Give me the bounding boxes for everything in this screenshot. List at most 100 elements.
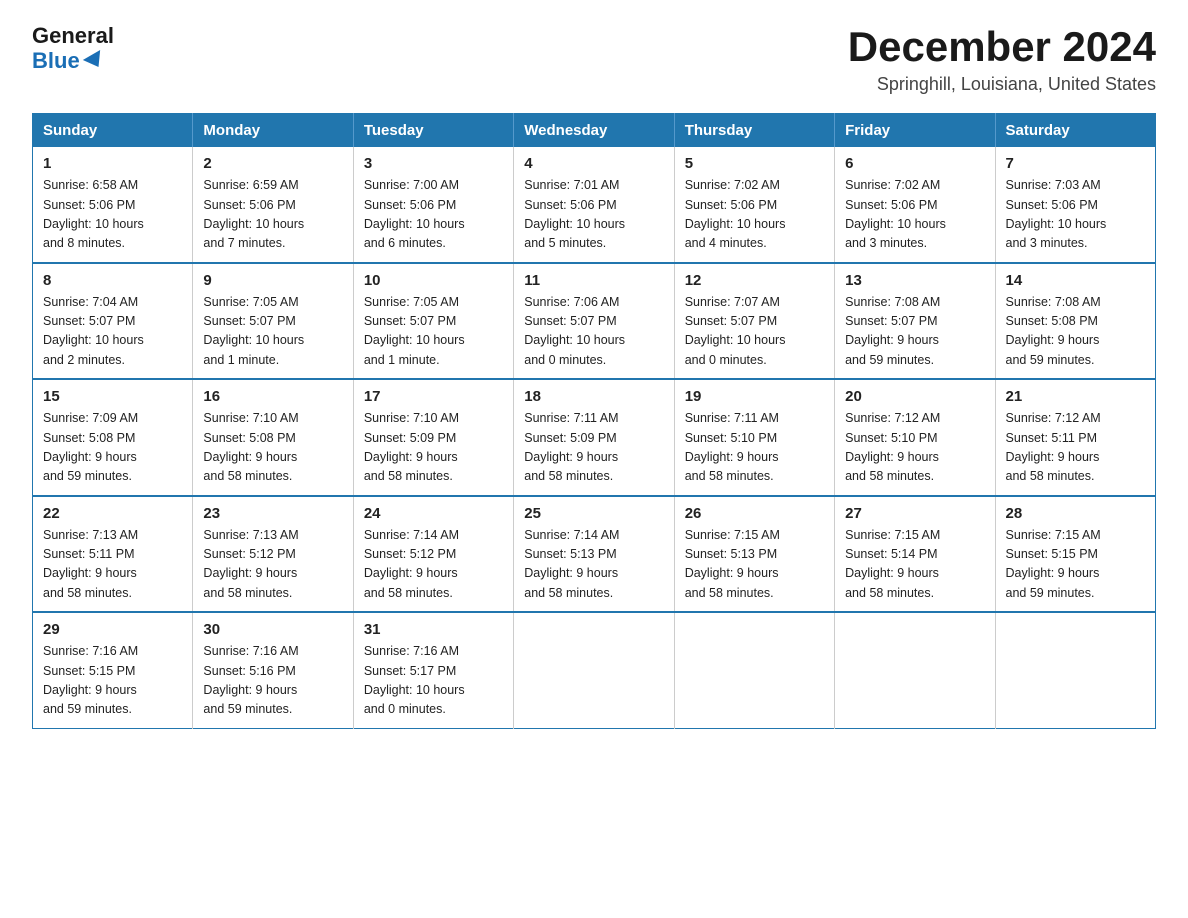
calendar-cell: 29Sunrise: 7:16 AMSunset: 5:15 PMDayligh…: [33, 612, 193, 728]
day-info: Sunrise: 7:16 AMSunset: 5:15 PMDaylight:…: [43, 642, 182, 720]
day-info: Sunrise: 6:58 AMSunset: 5:06 PMDaylight:…: [43, 176, 182, 254]
calendar-week-row: 1 Sunrise: 6:58 AMSunset: 5:06 PMDaylight…: [33, 147, 1156, 263]
day-info: Sunrise: 7:15 AMSunset: 5:13 PMDaylight:…: [685, 526, 824, 604]
day-info: Sunrise: 7:14 AMSunset: 5:12 PMDaylight:…: [364, 526, 503, 604]
day-info: Sunrise: 7:16 AMSunset: 5:16 PMDaylight:…: [203, 642, 342, 720]
day-number: 13: [845, 272, 984, 289]
calendar-cell: 18Sunrise: 7:11 AMSunset: 5:09 PMDayligh…: [514, 379, 674, 496]
day-info: Sunrise: 7:12 AMSunset: 5:10 PMDaylight:…: [845, 409, 984, 487]
day-number: 31: [364, 621, 503, 638]
calendar-cell: 22 Sunrise: 7:13 AMSunset: 5:11 PMDayligh…: [33, 496, 193, 613]
day-number: 20: [845, 388, 984, 405]
day-info: Sunrise: 7:10 AMSunset: 5:08 PMDaylight:…: [203, 409, 342, 487]
day-info: Sunrise: 6:59 AMSunset: 5:06 PMDaylight:…: [203, 176, 342, 254]
day-number: 28: [1006, 505, 1145, 522]
day-header-wednesday: Wednesday: [514, 114, 674, 148]
day-number: 19: [685, 388, 824, 405]
calendar-cell: 24 Sunrise: 7:14 AMSunset: 5:12 PMDayligh…: [353, 496, 513, 613]
day-info: Sunrise: 7:02 AMSunset: 5:06 PMDaylight:…: [845, 176, 984, 254]
calendar-cell: [835, 612, 995, 728]
calendar-cell: 13 Sunrise: 7:08 AMSunset: 5:07 PMDayligh…: [835, 263, 995, 380]
calendar-cell: 16 Sunrise: 7:10 AMSunset: 5:08 PMDayligh…: [193, 379, 353, 496]
calendar-cell: 19Sunrise: 7:11 AMSunset: 5:10 PMDayligh…: [674, 379, 834, 496]
calendar-cell: 23Sunrise: 7:13 AMSunset: 5:12 PMDayligh…: [193, 496, 353, 613]
day-info: Sunrise: 7:00 AMSunset: 5:06 PMDaylight:…: [364, 176, 503, 254]
calendar-cell: 5Sunrise: 7:02 AMSunset: 5:06 PMDaylight…: [674, 147, 834, 263]
calendar-cell: 31 Sunrise: 7:16 AMSunset: 5:17 PMDayligh…: [353, 612, 513, 728]
day-info: Sunrise: 7:12 AMSunset: 5:11 PMDaylight:…: [1006, 409, 1145, 487]
calendar-cell: 7Sunrise: 7:03 AMSunset: 5:06 PMDaylight…: [995, 147, 1155, 263]
logo: General Blue: [32, 24, 114, 74]
day-number: 24: [364, 505, 503, 522]
month-year-title: December 2024: [848, 24, 1156, 70]
day-header-tuesday: Tuesday: [353, 114, 513, 148]
day-header-row: SundayMondayTuesdayWednesdayThursdayFrid…: [33, 114, 1156, 148]
calendar-cell: 4Sunrise: 7:01 AMSunset: 5:06 PMDaylight…: [514, 147, 674, 263]
day-info: Sunrise: 7:05 AMSunset: 5:07 PMDaylight:…: [203, 293, 342, 371]
calendar-week-row: 8 Sunrise: 7:04 AMSunset: 5:07 PMDaylight…: [33, 263, 1156, 380]
day-number: 11: [524, 272, 663, 289]
calendar-cell: 2Sunrise: 6:59 AMSunset: 5:06 PMDaylight…: [193, 147, 353, 263]
calendar-cell: 21 Sunrise: 7:12 AMSunset: 5:11 PMDayligh…: [995, 379, 1155, 496]
title-block: December 2024 Springhill, Louisiana, Uni…: [848, 24, 1156, 95]
day-number: 21: [1006, 388, 1145, 405]
calendar-cell: 15Sunrise: 7:09 AMSunset: 5:08 PMDayligh…: [33, 379, 193, 496]
day-header-sunday: Sunday: [33, 114, 193, 148]
day-number: 27: [845, 505, 984, 522]
day-header-thursday: Thursday: [674, 114, 834, 148]
day-info: Sunrise: 7:04 AMSunset: 5:07 PMDaylight:…: [43, 293, 182, 371]
calendar-cell: 17Sunrise: 7:10 AMSunset: 5:09 PMDayligh…: [353, 379, 513, 496]
calendar-cell: 11 Sunrise: 7:06 AMSunset: 5:07 PMDayligh…: [514, 263, 674, 380]
day-number: 23: [203, 505, 342, 522]
page-header: General Blue December 2024 Springhill, L…: [32, 24, 1156, 95]
day-header-monday: Monday: [193, 114, 353, 148]
day-info: Sunrise: 7:06 AMSunset: 5:07 PMDaylight:…: [524, 293, 663, 371]
calendar-cell: 10 Sunrise: 7:05 AMSunset: 5:07 PMDayligh…: [353, 263, 513, 380]
location-subtitle: Springhill, Louisiana, United States: [848, 74, 1156, 95]
day-number: 3: [364, 155, 503, 172]
calendar-cell: 20 Sunrise: 7:12 AMSunset: 5:10 PMDayligh…: [835, 379, 995, 496]
calendar-cell: 8 Sunrise: 7:04 AMSunset: 5:07 PMDaylight…: [33, 263, 193, 380]
calendar-body: 1 Sunrise: 6:58 AMSunset: 5:06 PMDaylight…: [33, 147, 1156, 728]
day-info: Sunrise: 7:16 AMSunset: 5:17 PMDaylight:…: [364, 642, 503, 720]
calendar-cell: [674, 612, 834, 728]
day-number: 30: [203, 621, 342, 638]
day-info: Sunrise: 7:08 AMSunset: 5:07 PMDaylight:…: [845, 293, 984, 371]
day-number: 26: [685, 505, 824, 522]
calendar-cell: 27Sunrise: 7:15 AMSunset: 5:14 PMDayligh…: [835, 496, 995, 613]
day-info: Sunrise: 7:09 AMSunset: 5:08 PMDaylight:…: [43, 409, 182, 487]
day-info: Sunrise: 7:15 AMSunset: 5:15 PMDaylight:…: [1006, 526, 1145, 604]
day-info: Sunrise: 7:11 AMSunset: 5:09 PMDaylight:…: [524, 409, 663, 487]
day-info: Sunrise: 7:14 AMSunset: 5:13 PMDaylight:…: [524, 526, 663, 604]
day-number: 25: [524, 505, 663, 522]
day-number: 9: [203, 272, 342, 289]
calendar-week-row: 15Sunrise: 7:09 AMSunset: 5:08 PMDayligh…: [33, 379, 1156, 496]
calendar-cell: 9 Sunrise: 7:05 AMSunset: 5:07 PMDaylight…: [193, 263, 353, 380]
day-info: Sunrise: 7:05 AMSunset: 5:07 PMDaylight:…: [364, 293, 503, 371]
day-number: 5: [685, 155, 824, 172]
calendar-cell: [514, 612, 674, 728]
calendar-cell: 12Sunrise: 7:07 AMSunset: 5:07 PMDayligh…: [674, 263, 834, 380]
day-info: Sunrise: 7:01 AMSunset: 5:06 PMDaylight:…: [524, 176, 663, 254]
calendar-cell: [995, 612, 1155, 728]
day-number: 1: [43, 155, 182, 172]
day-info: Sunrise: 7:07 AMSunset: 5:07 PMDaylight:…: [685, 293, 824, 371]
day-number: 16: [203, 388, 342, 405]
day-header-friday: Friday: [835, 114, 995, 148]
calendar-cell: 25 Sunrise: 7:14 AMSunset: 5:13 PMDayligh…: [514, 496, 674, 613]
calendar-cell: 30 Sunrise: 7:16 AMSunset: 5:16 PMDayligh…: [193, 612, 353, 728]
day-number: 22: [43, 505, 182, 522]
calendar-week-row: 22 Sunrise: 7:13 AMSunset: 5:11 PMDayligh…: [33, 496, 1156, 613]
day-number: 14: [1006, 272, 1145, 289]
day-info: Sunrise: 7:13 AMSunset: 5:11 PMDaylight:…: [43, 526, 182, 604]
day-number: 8: [43, 272, 182, 289]
calendar-cell: 6Sunrise: 7:02 AMSunset: 5:06 PMDaylight…: [835, 147, 995, 263]
logo-triangle-icon: [83, 50, 107, 72]
calendar-cell: 26 Sunrise: 7:15 AMSunset: 5:13 PMDayligh…: [674, 496, 834, 613]
logo-blue-text: Blue: [32, 48, 105, 74]
calendar-cell: 28 Sunrise: 7:15 AMSunset: 5:15 PMDayligh…: [995, 496, 1155, 613]
day-info: Sunrise: 7:10 AMSunset: 5:09 PMDaylight:…: [364, 409, 503, 487]
day-header-saturday: Saturday: [995, 114, 1155, 148]
day-number: 10: [364, 272, 503, 289]
day-info: Sunrise: 7:03 AMSunset: 5:06 PMDaylight:…: [1006, 176, 1145, 254]
